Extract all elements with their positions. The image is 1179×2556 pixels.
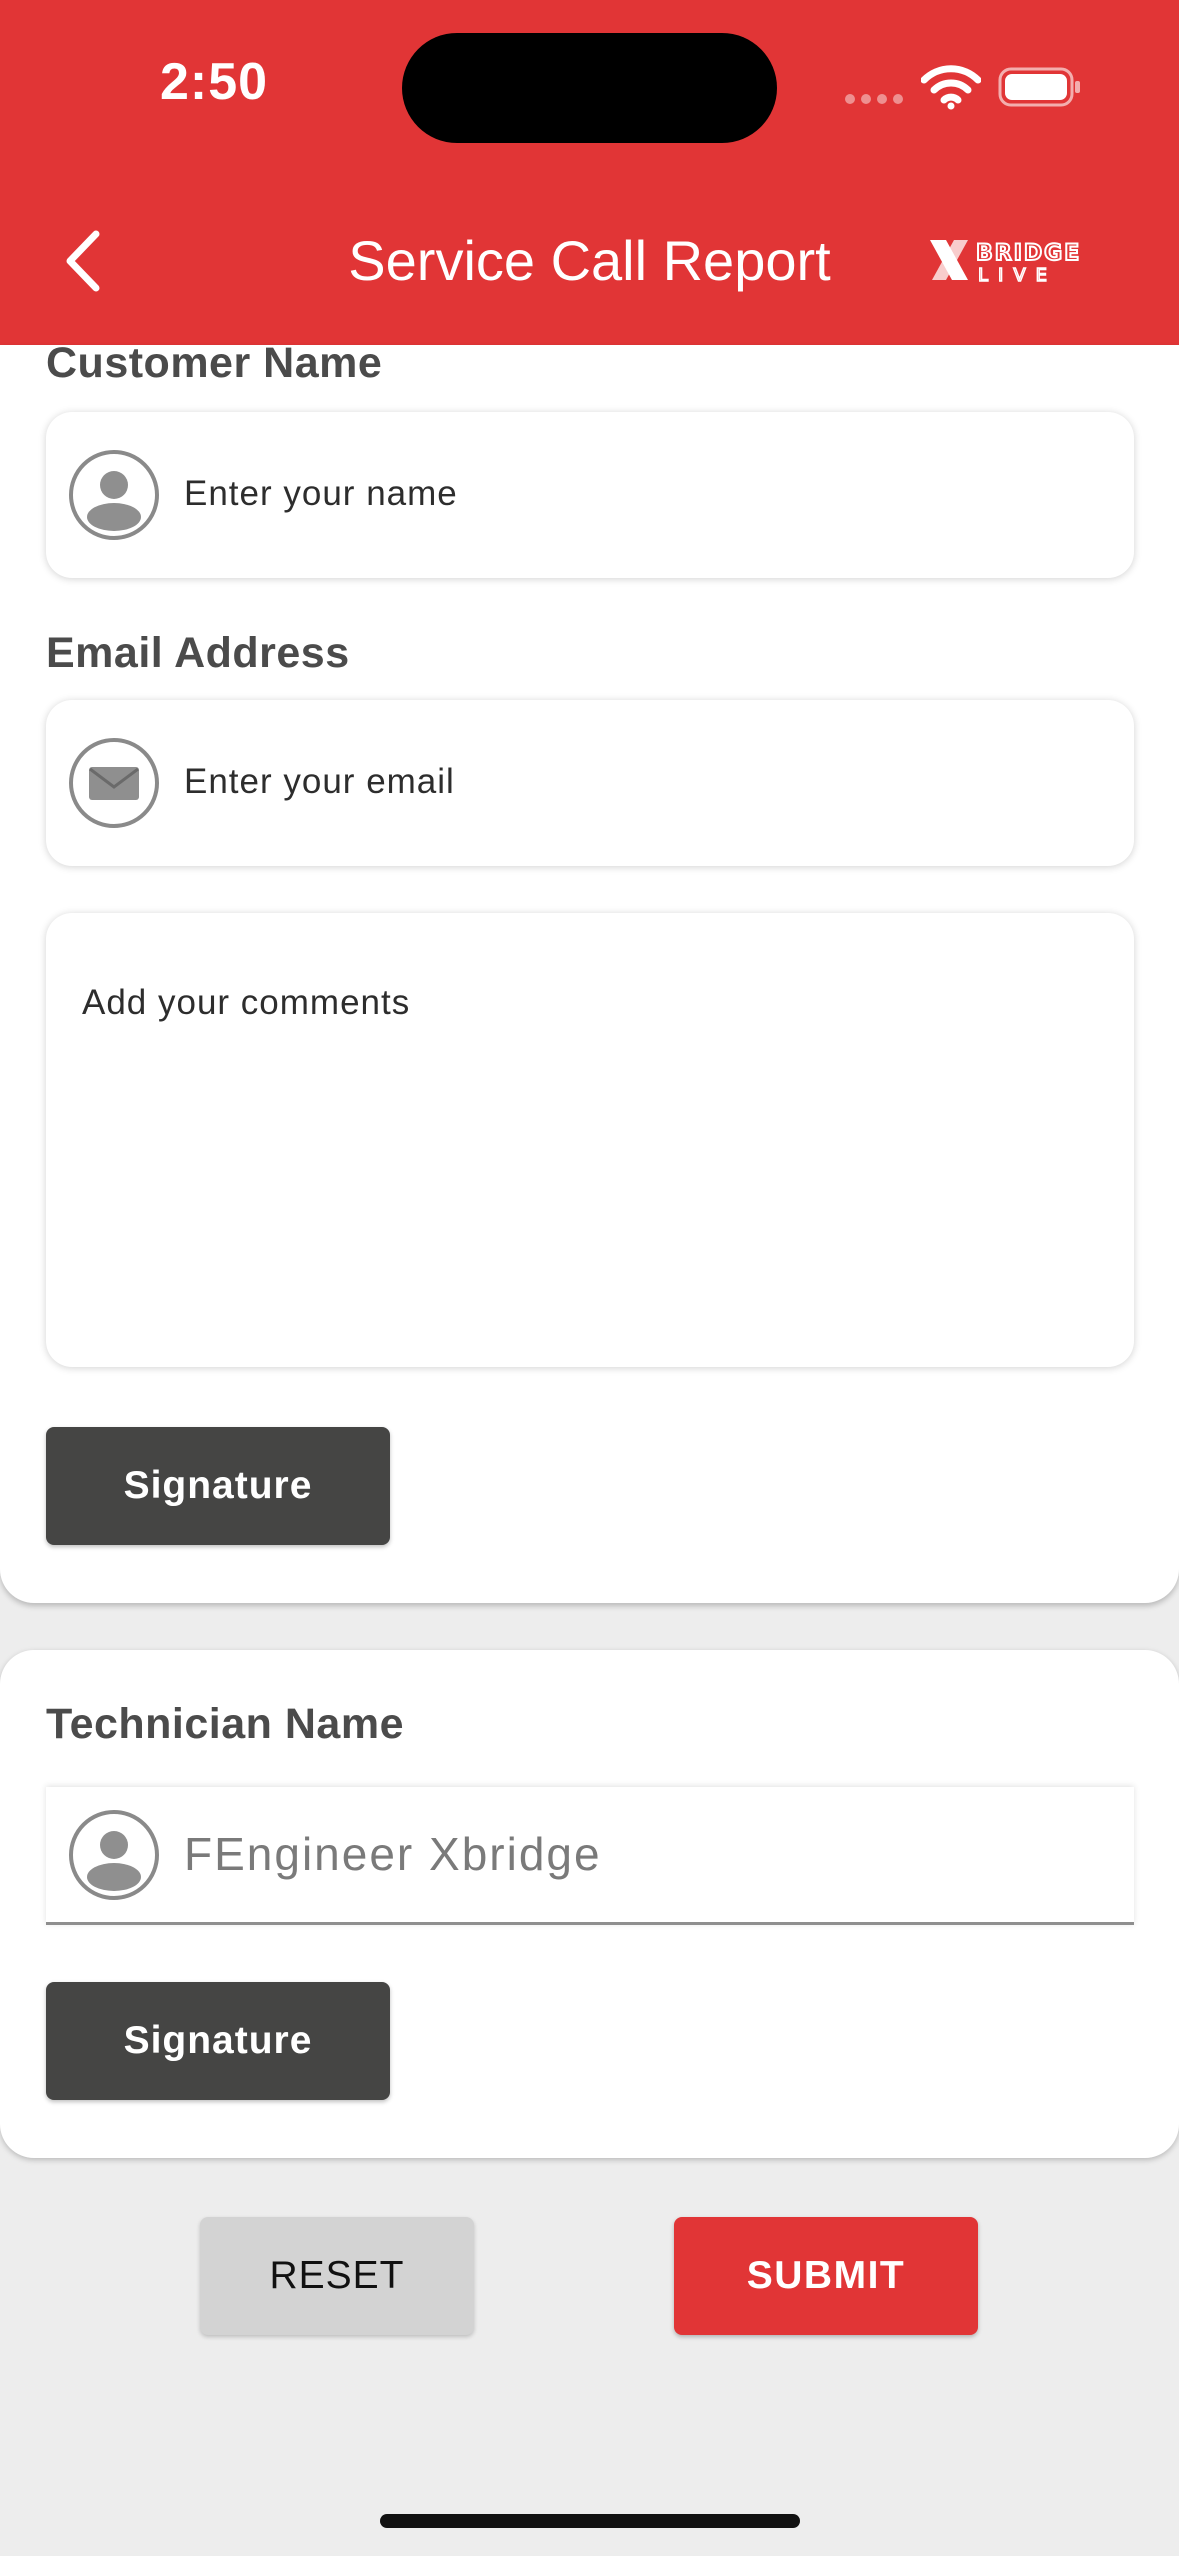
xbridge-live-logo: BRIDGE LIVE [930,240,1081,286]
technician-card: Technician Name FEngineer Xbridge Signat… [0,1650,1179,2158]
technician-name-value: FEngineer Xbridge [184,1828,602,1880]
customer-name-label: Customer Name [46,339,383,387]
dynamic-island [402,33,777,143]
screen: 2:50 Service Call Report BRIDGE LIVE Cus… [0,0,1179,2556]
comments-textarea[interactable]: Add your comments [46,913,1134,1367]
svg-text:LIVE: LIVE [978,265,1057,286]
email-input[interactable]: Enter your email [46,700,1134,866]
status-time: 2:50 [160,53,269,111]
wifi-icon [921,65,981,110]
user-icon [69,450,159,540]
battery-icon [998,67,1080,107]
app-header: 2:50 Service Call Report BRIDGE LIVE [0,0,1179,345]
envelope-icon [69,738,159,828]
customer-signature-button[interactable]: Signature [46,1427,390,1545]
cellular-signal-icon [845,94,903,106]
comments-placeholder: Add your comments [82,983,411,1022]
customer-name-placeholder: Enter your name [184,474,458,513]
customer-card: Customer Name Enter your name Email Addr… [0,339,1179,1603]
technician-name-field[interactable]: FEngineer Xbridge [46,1787,1134,1925]
user-icon [69,1810,159,1900]
svg-text:BRIDGE: BRIDGE [976,241,1081,266]
technician-signature-button[interactable]: Signature [46,1982,390,2100]
email-address-label: Email Address [46,629,350,677]
technician-name-label: Technician Name [46,1700,404,1748]
customer-name-input[interactable]: Enter your name [46,412,1134,578]
reset-button[interactable]: RESET [200,2217,474,2335]
submit-button[interactable]: SUBMIT [674,2217,978,2335]
email-placeholder: Enter your email [184,762,455,801]
home-indicator[interactable] [380,2514,800,2528]
